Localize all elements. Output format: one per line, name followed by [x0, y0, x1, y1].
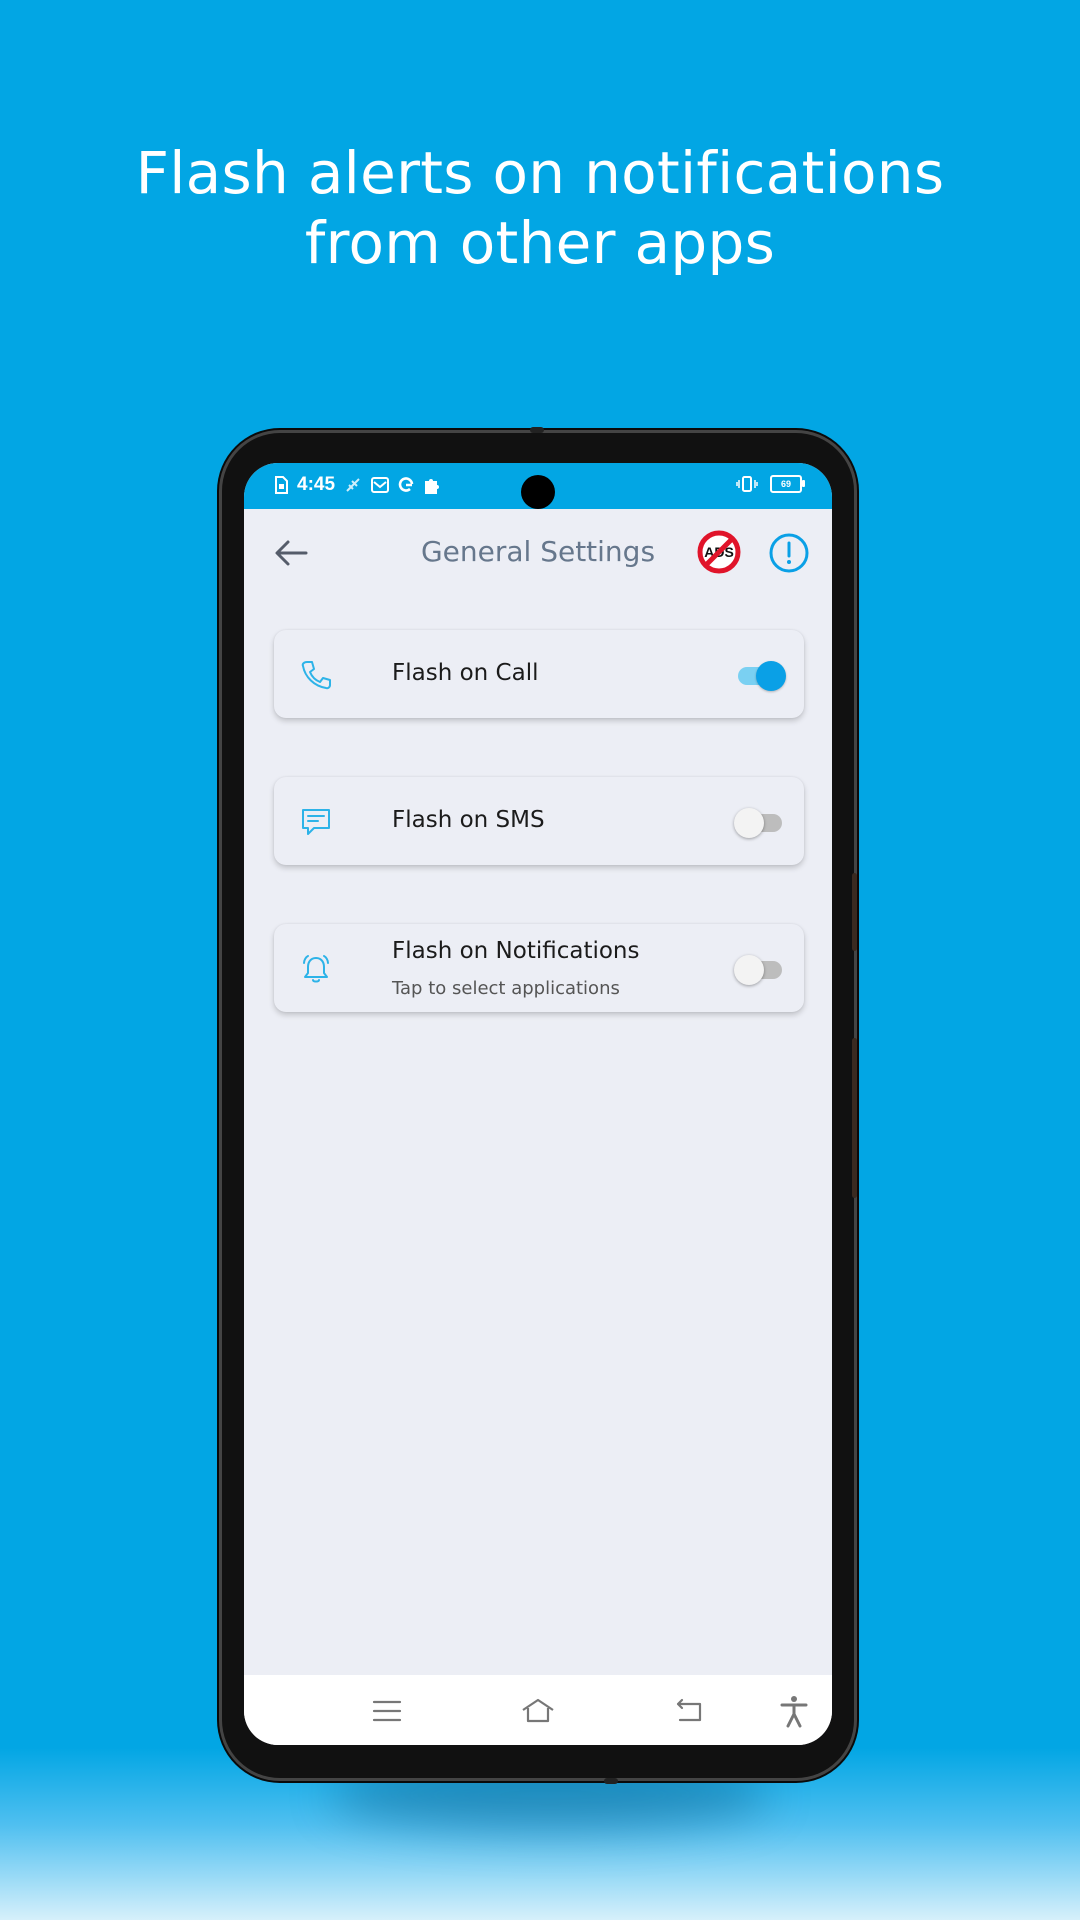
promo-title: Flash alerts on notifications from other…	[0, 138, 1080, 278]
navigation-bar	[244, 1675, 832, 1745]
front-camera	[521, 475, 555, 509]
app-bar: General Settings ADS	[244, 509, 832, 593]
setting-card-notifications[interactable]: Flash on Notifications Tap to select app…	[274, 924, 804, 1012]
setting-label-sms: Flash on SMS	[392, 807, 545, 833]
setting-card-call[interactable]: Flash on Call	[274, 630, 804, 718]
status-bar-left: 4:45	[274, 474, 441, 496]
menu-icon[interactable]	[370, 1694, 404, 1728]
toggle-notifications[interactable]	[734, 953, 786, 985]
toggle-sms[interactable]	[734, 806, 786, 838]
volume-button	[852, 873, 857, 951]
toggle-sms-thumb	[734, 808, 764, 838]
promo-title-line2: from other apps	[304, 209, 776, 277]
sim-icon	[275, 476, 288, 494]
setting-label-call: Flash on Call	[392, 660, 539, 686]
signal-off-icon	[346, 478, 360, 492]
puzzle-icon	[425, 479, 440, 494]
info-circle-icon[interactable]	[767, 531, 811, 575]
message-icon	[302, 809, 330, 835]
accessibility-icon[interactable]	[777, 1694, 811, 1728]
promo-title-line1: Flash alerts on notifications	[135, 139, 945, 207]
phone-bottom-marker	[604, 1778, 618, 1784]
mail-icon	[371, 477, 390, 493]
status-bar-right: 69	[736, 475, 805, 493]
status-bar: 4:45 69	[244, 463, 832, 509]
phone-frame: 4:45 69 General Settings Flash on Call F…	[222, 427, 857, 1784]
power-button	[852, 1038, 857, 1198]
page-title: General Settings	[420, 535, 656, 568]
battery-icon: 69	[770, 475, 805, 493]
google-icon	[398, 477, 414, 492]
back-nav-icon[interactable]	[672, 1694, 706, 1728]
phone-icon	[301, 661, 331, 690]
phone-screen: 4:45 69 General Settings Flash on Call F…	[244, 463, 832, 1745]
battery-level: 69	[780, 479, 791, 489]
bell-icon	[303, 955, 329, 983]
setting-label-notifications: Flash on Notifications	[392, 938, 640, 964]
no-ads-button[interactable]: ADS	[696, 529, 742, 575]
vibrate-icon	[736, 476, 758, 492]
home-icon[interactable]	[521, 1694, 555, 1728]
toggle-call-thumb	[756, 661, 786, 691]
toggle-notifications-thumb	[734, 955, 764, 985]
setting-subtitle-notifications: Tap to select applications	[392, 978, 620, 999]
setting-card-sms[interactable]: Flash on SMS	[274, 777, 804, 865]
status-time: 4:45	[297, 474, 336, 495]
phone-top-notch-marker	[530, 427, 544, 433]
toggle-call[interactable]	[734, 659, 786, 691]
